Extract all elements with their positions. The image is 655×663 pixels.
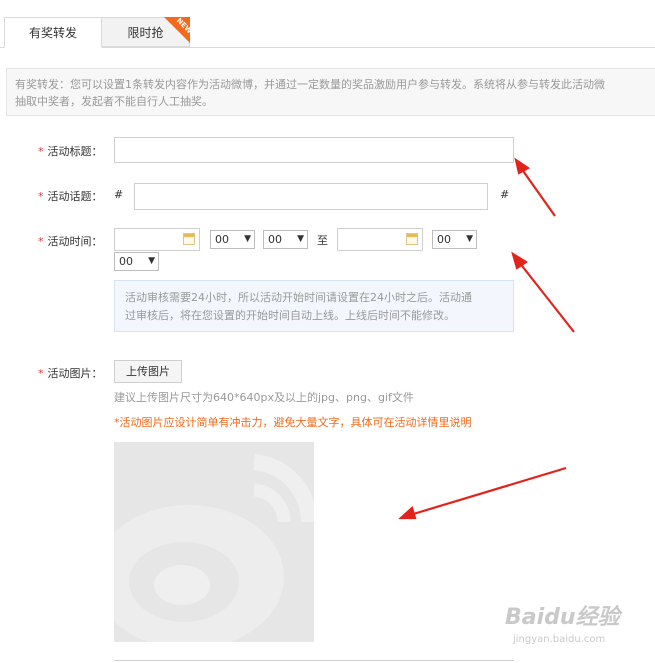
tab-label: 有奖转发	[28, 26, 77, 40]
tip-line: 过审核后，将在您设置的开始时间自动上线。上线后时间不能修改。	[125, 309, 455, 322]
dropdown-arrow-icon: ▼	[148, 256, 155, 266]
tab-flash-sale[interactable]: 限时抢 NEW	[102, 17, 190, 47]
required-mark: *	[38, 190, 44, 203]
baidu-watermark-logo: Baidu经验	[505, 605, 620, 630]
baidu-watermark-url: jingyan.baidu.com	[513, 634, 606, 645]
image-design-warning: *活动图片应设计简单有冲击力，避免大量文字，具体可在活动详情里说明	[114, 416, 472, 429]
end-minute-select[interactable]: 00 ▼	[114, 252, 159, 271]
end-hour-select[interactable]: 00 ▼	[432, 230, 477, 249]
dropdown-arrow-icon: ▼	[244, 234, 251, 244]
topic-suffix: #	[500, 188, 510, 201]
topic-prefix: #	[114, 188, 124, 201]
time-range-separator: 至	[317, 234, 328, 247]
time-tip-box: 活动审核需要24小时，所以活动开始时间请设置在24小时之后。活动通 过审核后，将…	[114, 280, 514, 332]
arrow-head	[511, 251, 529, 270]
notice-line: 抽取中奖者，发起者不能自行人工抽奖。	[15, 95, 213, 108]
image-preview-placeholder	[114, 442, 314, 642]
new-badge: NEW	[164, 17, 190, 43]
dropdown-arrow-icon: ▼	[466, 234, 473, 244]
weibo-logo-icon	[114, 442, 314, 642]
required-mark: *	[38, 367, 44, 380]
arrow-line	[520, 167, 556, 217]
topic-label: * 活动话题：	[38, 190, 103, 203]
tab-rewarded-repost[interactable]: 有奖转发	[4, 17, 102, 48]
calendar-icon[interactable]	[183, 233, 195, 245]
activity-notice: 有奖转发：您可以设置1条转发内容作为活动微博，并通过一定数量的奖品激励用户参与转…	[6, 68, 655, 116]
dropdown-arrow-icon: ▼	[297, 234, 304, 244]
tip-line: 活动审核需要24小时，所以活动开始时间请设置在24小时之后。活动通	[125, 291, 472, 304]
tab-label: 限时抢	[127, 26, 164, 40]
calendar-icon[interactable]	[406, 233, 418, 245]
title-input[interactable]	[114, 137, 514, 163]
image-label: * 活动图片：	[38, 367, 103, 380]
upload-image-button[interactable]: 上传图片	[114, 360, 182, 383]
arrow-line	[409, 466, 567, 517]
title-label: * 活动标题：	[38, 145, 103, 158]
arrow-line	[518, 261, 575, 333]
start-hour-select[interactable]: 00 ▼	[210, 230, 255, 249]
arrow-head	[398, 506, 417, 520]
required-mark: *	[38, 235, 44, 248]
end-date-input[interactable]	[337, 228, 423, 251]
image-size-hint: 建议上传图片尺寸为640*640px及以上的jpg、png、gif文件	[114, 391, 414, 404]
start-minute-select[interactable]: 00 ▼	[263, 230, 308, 249]
time-label: * 活动时间：	[38, 235, 103, 248]
start-date-input[interactable]	[114, 228, 200, 251]
notice-line: 有奖转发：您可以设置1条转发内容作为活动微博，并通过一定数量的奖品激励用户参与转…	[15, 78, 605, 91]
tab-bar: 有奖转发 限时抢 NEW	[0, 0, 655, 48]
required-mark: *	[38, 145, 44, 158]
arrow-head	[514, 157, 531, 175]
divider	[114, 660, 514, 661]
topic-input[interactable]	[134, 183, 488, 210]
